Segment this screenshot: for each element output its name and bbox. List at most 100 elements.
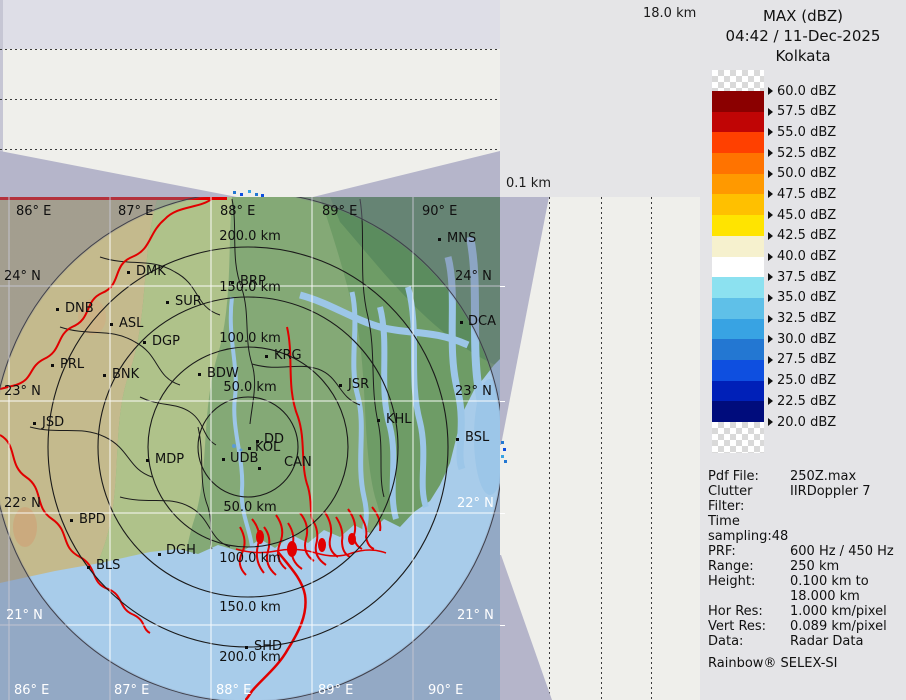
legend-header: MAX (dBZ) 04:42 / 11-Dec-2025 Kolkata: [700, 6, 906, 66]
city-dot-krg: [265, 355, 268, 358]
beam-limit-wedge-left: [0, 150, 237, 197]
legend-threshold: 57.5 dBZ: [768, 105, 836, 119]
legend-color-band: [712, 215, 764, 236]
legend-color-band: [712, 339, 764, 360]
threshold-arrow-icon: [768, 170, 773, 178]
city-label-dmk: DMK: [136, 265, 166, 278]
graticule-label: 86° E: [16, 205, 51, 218]
radar-map: DMKBRPSURDNBASLDGPPRLBNKJSDMDPBPDBLSDGHS…: [0, 197, 500, 700]
echo-speck: [503, 448, 506, 451]
legend-color-band: [712, 236, 764, 257]
metadata-label: Hor Res:: [708, 604, 790, 619]
threshold-label: 47.5 dBZ: [777, 187, 836, 202]
city-label-bpd: BPD: [79, 513, 106, 526]
threshold-label: 35.0 dBZ: [777, 290, 836, 305]
height-gridline: [0, 49, 500, 50]
city-dot-bls: [87, 566, 90, 569]
software-credit: Rainbow® SELEX-SI: [708, 656, 906, 671]
height-gridline: [601, 197, 602, 700]
legend-threshold: 25.0 dBZ: [768, 374, 836, 388]
threshold-label: 27.5 dBZ: [777, 352, 836, 367]
height-gridline: [0, 149, 500, 150]
lat-tick: [500, 401, 505, 402]
echo-speck: [501, 441, 504, 444]
threshold-arrow-icon: [768, 377, 773, 385]
city-label-prl: PRL: [60, 358, 84, 371]
threshold-arrow-icon: [768, 149, 773, 157]
threshold-arrow-icon: [768, 418, 773, 426]
city-dot-bpd: [70, 519, 73, 522]
threshold-arrow-icon: [768, 211, 773, 219]
range-ring-label: 50.0 km: [223, 381, 276, 394]
legend-color-band: [712, 112, 764, 133]
product-datetime: 04:42 / 11-Dec-2025: [700, 26, 906, 46]
legend-threshold: 37.5 dBZ: [768, 270, 836, 284]
legend-threshold: 50.0 dBZ: [768, 167, 836, 181]
metadata-label: PRF:: [708, 544, 790, 559]
beam-limit-wedge-bottom: [500, 555, 552, 700]
legend-threshold: 32.5 dBZ: [768, 312, 836, 326]
city-label-dca: DCA: [468, 315, 496, 328]
range-ring-label: 100.0 km: [219, 552, 281, 565]
city-dot-asl: [110, 323, 113, 326]
city-dot-kol: [248, 447, 251, 450]
threshold-label: 57.5 dBZ: [777, 104, 836, 119]
threshold-arrow-icon: [768, 335, 773, 343]
threshold-arrow-icon: [768, 397, 773, 405]
threshold-label: 25.0 dBZ: [777, 373, 836, 388]
threshold-label: 55.0 dBZ: [777, 125, 836, 140]
city-label-mns: MNS: [447, 232, 476, 245]
city-dot-khl: [377, 419, 380, 422]
city-label-dgh: DGH: [166, 544, 196, 557]
threshold-label: 30.0 dBZ: [777, 332, 836, 347]
threshold-arrow-icon: [768, 128, 773, 136]
city-dot-shd: [245, 646, 248, 649]
metadata-label: Range:: [708, 559, 790, 574]
station-name: Kolkata: [700, 46, 906, 66]
product-title: MAX (dBZ): [700, 6, 906, 26]
city-label-asl: ASL: [119, 317, 143, 330]
threshold-arrow-icon: [768, 190, 773, 198]
city-label-krg: KRG: [274, 349, 302, 362]
legend-color-band: [712, 401, 764, 422]
city-dot-dnb: [56, 308, 59, 311]
metadata-value: 1.000 km/pixel: [790, 604, 887, 619]
city-dot-dmk: [127, 271, 130, 274]
graticule-label: 22° N: [457, 497, 494, 510]
height-gridline: [549, 197, 550, 700]
city-dot-sur: [166, 301, 169, 304]
graticule-label: 24° N: [455, 270, 492, 283]
threshold-label: 52.5 dBZ: [777, 146, 836, 161]
city-label-mdp: MDP: [155, 453, 184, 466]
echo-speck: [233, 191, 236, 194]
metadata-row: Hor Res:1.000 km/pixel: [708, 604, 906, 619]
city-label-kol: KOL: [255, 441, 280, 454]
metadata-label: Height:: [708, 574, 790, 589]
graticule-label: 89° E: [318, 684, 353, 697]
legend-color-band: [712, 277, 764, 298]
city-label-jsd: JSD: [42, 416, 64, 429]
graticule-label: 21° N: [457, 609, 494, 622]
graticule-label: 90° E: [422, 205, 457, 218]
lat-tick: [500, 286, 505, 287]
metadata-row: Clutter Filter:IIRDoppler 7: [708, 484, 906, 514]
legend-color-band: [712, 174, 764, 195]
legend-threshold: 20.0 dBZ: [768, 415, 836, 429]
legend-threshold: 42.5 dBZ: [768, 229, 836, 243]
legend-color-band: [712, 381, 764, 402]
metadata-block: Pdf File:250Z.maxClutter Filter:IIRDoppl…: [708, 469, 906, 671]
threshold-label: 50.0 dBZ: [777, 166, 836, 181]
legend-color-band: [712, 132, 764, 153]
echo-speck: [248, 190, 251, 193]
metadata-rows: Pdf File:250Z.maxClutter Filter:IIRDoppl…: [708, 469, 906, 649]
metadata-row: Pdf File:250Z.max: [708, 469, 906, 484]
city-dot-bnk: [103, 374, 106, 377]
height-gridline: [651, 197, 652, 700]
city-dot-jsd: [33, 422, 36, 425]
city-dot-bdw: [198, 373, 201, 376]
threshold-label: 45.0 dBZ: [777, 208, 836, 223]
threshold-arrow-icon: [768, 294, 773, 302]
metadata-row: Data:Radar Data: [708, 634, 906, 649]
metadata-label: Clutter Filter:: [708, 484, 790, 514]
city-label-bnk: BNK: [112, 368, 139, 381]
